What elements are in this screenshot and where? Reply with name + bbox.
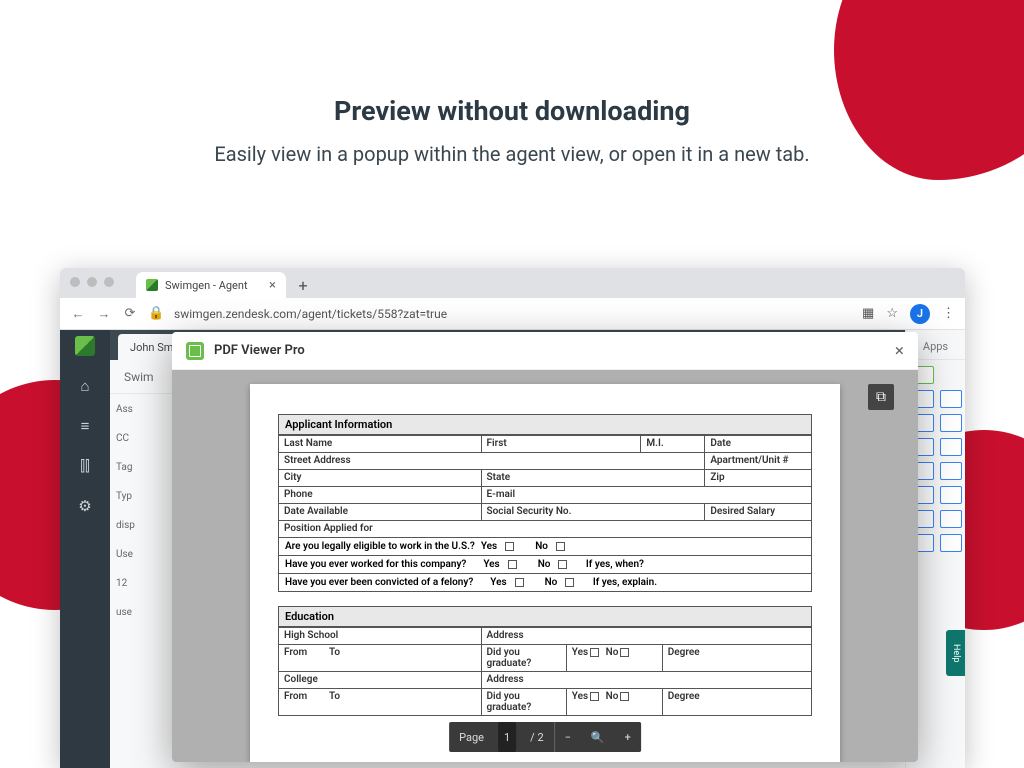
pdf-controls: Page 1 / 2 − 🔍 + (449, 722, 641, 752)
checkbox-icon (508, 560, 517, 569)
zoom-in-button[interactable]: + (615, 722, 641, 752)
page-input[interactable]: 1 (498, 722, 516, 752)
field-label: Use (116, 549, 164, 560)
checkbox-icon (590, 692, 599, 701)
breadcrumb[interactable]: Swim (124, 370, 154, 384)
form-table: High SchoolAddress FromToDid you graduat… (278, 627, 812, 716)
settings-icon[interactable]: ⚙ (75, 496, 95, 516)
form-question: Have you ever been convicted of a felony… (278, 574, 812, 592)
attachment-thumb[interactable] (940, 414, 962, 432)
form-question: Have you ever worked for this company? Y… (278, 556, 812, 574)
checkbox-icon (590, 648, 599, 657)
kebab-menu-icon[interactable]: ⋮ (942, 306, 955, 321)
browser-tabbar: Swimgen - Agent × + (60, 268, 965, 298)
form-question: Are you legally eligible to work in the … (278, 538, 812, 556)
zendesk-app: ⌂ ≡ ⫿⫿ ⚙ John Smith - Applicati… Swim (60, 330, 965, 768)
app-body: John Smith - Applicati… Swim Ass CC Tag … (110, 330, 965, 768)
modal-header: PDF Viewer Pro × (172, 332, 918, 370)
checkbox-icon (620, 648, 629, 657)
lock-icon: 🔒 (148, 306, 164, 321)
profile-avatar[interactable]: J (910, 304, 930, 324)
new-tab-button[interactable]: + (292, 274, 314, 296)
reload-button[interactable]: ⟳ (122, 306, 138, 321)
modal-close-button[interactable]: × (895, 341, 904, 361)
checkbox-icon (620, 692, 629, 701)
pdf-app-icon (186, 342, 204, 360)
field-value: 12 (116, 578, 164, 589)
form-table: Last NameFirstM.I.Date Street AddressApa… (278, 435, 812, 538)
page-total: / 2 (520, 722, 553, 752)
reports-icon[interactable]: ⫿⫿ (75, 456, 95, 476)
marketing-subheading: Easily view in a popup within the agent … (0, 140, 1024, 169)
checkbox-icon (515, 578, 524, 587)
left-nav: ⌂ ≡ ⫿⫿ ⚙ (60, 330, 110, 768)
pdf-viewer: ⧉ Applicant Information Last NameFirstM.… (172, 370, 918, 762)
open-new-tab-button[interactable]: ⧉ (868, 384, 894, 410)
tab-title: Swimgen - Agent (165, 279, 248, 292)
section-heading: Applicant Information (278, 414, 812, 435)
favicon-icon (146, 279, 158, 291)
field-label: CC (116, 433, 164, 444)
zoom-reset-button[interactable]: 🔍 (581, 722, 615, 752)
attachment-thumb[interactable] (940, 534, 962, 552)
views-icon[interactable]: ≡ (75, 416, 95, 436)
attachment-thumb[interactable] (940, 390, 962, 408)
field-label: disp (116, 520, 164, 531)
attachment-thumb[interactable] (940, 438, 962, 456)
attachment-thumb[interactable] (940, 462, 962, 480)
brand-logo-icon[interactable] (75, 336, 95, 356)
checkbox-icon (556, 542, 565, 551)
field-label: use (116, 607, 164, 618)
zoom-out-button[interactable]: − (555, 722, 581, 752)
pdf-page: Applicant Information Last NameFirstM.I.… (250, 384, 840, 762)
checkbox-icon (505, 542, 514, 551)
url-field[interactable]: swimgen.zendesk.com/agent/tickets/558?za… (174, 307, 852, 321)
home-icon[interactable]: ⌂ (75, 376, 95, 396)
field-label: Typ (116, 491, 164, 502)
attachment-thumb[interactable] (940, 510, 962, 528)
help-button[interactable]: Help (946, 630, 965, 676)
window-controls[interactable] (70, 277, 114, 287)
checkbox-icon (558, 560, 567, 569)
checkbox-icon (565, 578, 574, 587)
pdf-viewer-modal: PDF Viewer Pro × ⧉ Applicant Information… (172, 332, 918, 762)
ticket-fields-panel: Ass CC Tag Typ disp Use 12 use (110, 394, 170, 628)
field-label: Tag (116, 462, 164, 473)
marketing-heading: Preview without downloading (0, 95, 1024, 127)
page-label: Page (449, 722, 494, 752)
forward-button[interactable]: → (96, 306, 112, 322)
section-heading: Education (278, 606, 812, 627)
browser-tab[interactable]: Swimgen - Agent × (136, 272, 286, 298)
qr-icon[interactable]: ▦ (862, 306, 874, 321)
browser-window: Swimgen - Agent × + ← → ⟳ 🔒 swimgen.zend… (60, 268, 965, 768)
attachment-thumb[interactable] (940, 486, 962, 504)
back-button[interactable]: ← (70, 306, 86, 322)
bookmark-icon[interactable]: ☆ (886, 306, 898, 321)
modal-title: PDF Viewer Pro (214, 343, 305, 358)
close-tab-icon[interactable]: × (269, 278, 276, 293)
field-label: Ass (116, 404, 164, 415)
browser-address-bar: ← → ⟳ 🔒 swimgen.zendesk.com/agent/ticket… (60, 298, 965, 330)
